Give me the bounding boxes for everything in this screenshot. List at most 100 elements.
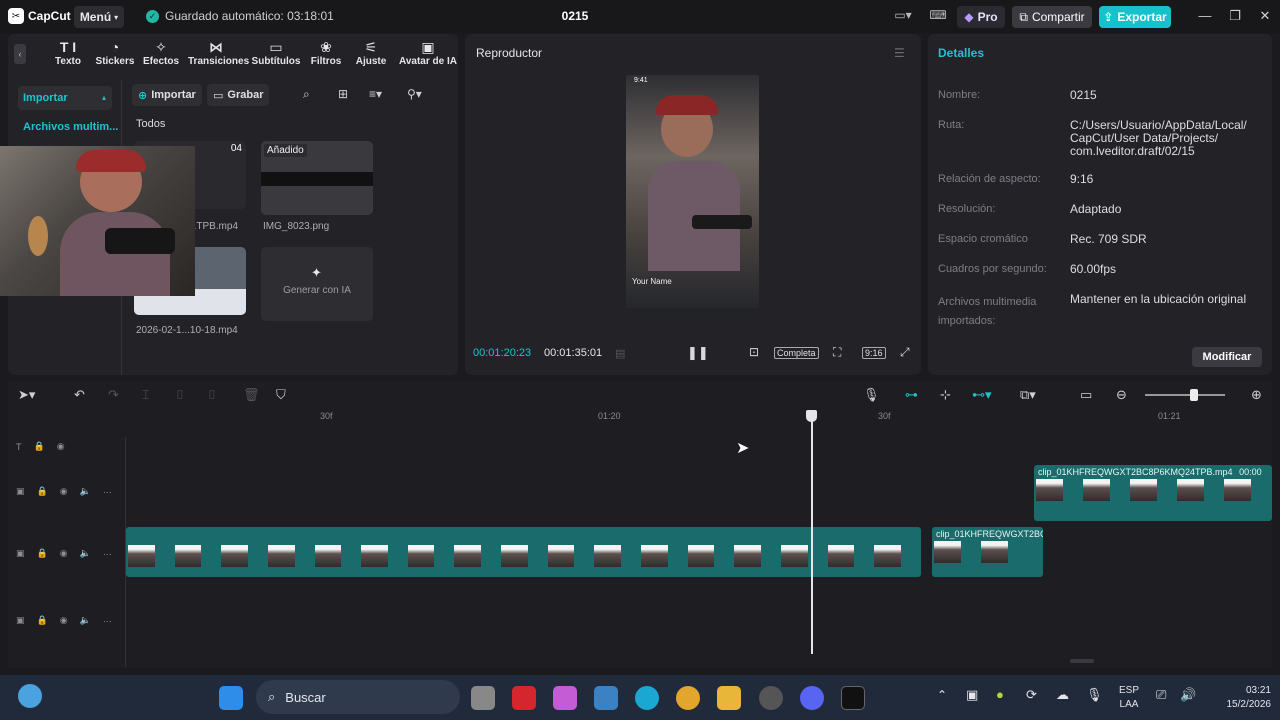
lock-icon[interactable]: 🔒 (37, 486, 48, 497)
zoom-slider[interactable] (1145, 394, 1225, 396)
undo-icon[interactable]: ↶ (74, 387, 85, 403)
camera-settings-icon[interactable]: ⊡ (749, 345, 759, 359)
tray-app-icon[interactable]: ● (996, 687, 1004, 702)
pro-button[interactable]: ◆ Pro (957, 6, 1005, 28)
wps-icon[interactable] (512, 686, 536, 710)
search-icon[interactable]: ⌕ (303, 87, 310, 102)
discord-icon[interactable] (800, 686, 824, 710)
tool-subtitles[interactable]: ▭ Subtítulos (248, 38, 304, 67)
time-ruler[interactable]: 30f 01:20 30f 01:21 (126, 411, 1272, 427)
fit-screen-icon[interactable]: ⛶ (833, 345, 841, 360)
sort-icon[interactable]: ≡▾ (369, 87, 382, 101)
caption-icon[interactable]: ▭ (1080, 387, 1092, 403)
linkage-icon[interactable]: ⊷▾ (972, 387, 992, 403)
menu-button[interactable]: Menú ▾ (74, 6, 124, 28)
close-icon[interactable]: ✕ (1256, 8, 1274, 24)
tool-effects[interactable]: ✧ Efectos (133, 38, 189, 67)
hamburger-menu-icon[interactable]: ☰ (894, 46, 905, 60)
tool-adjust[interactable]: ⚟ Ajuste (343, 38, 399, 67)
redo-icon[interactable]: ↷ (108, 387, 119, 403)
zoom-in-icon[interactable]: ⊕ (1251, 387, 1262, 403)
more-icon[interactable]: ··· (103, 616, 112, 626)
tray-app-icon[interactable]: ▣ (966, 687, 978, 703)
sync-icon[interactable]: ⟳ (1026, 687, 1037, 703)
eye-icon[interactable]: ◉ (60, 615, 68, 626)
lock-icon[interactable]: 🔒 (37, 615, 48, 626)
layout-icon[interactable]: ▭▾ (893, 8, 913, 24)
media-thumb-2[interactable]: Añadido (261, 141, 373, 215)
minimize-icon[interactable]: — (1196, 8, 1214, 24)
filter-all[interactable]: Todos (136, 118, 165, 130)
timeline-clip-upper[interactable]: clip_01KHFREQWGXT2BC8P6KMQ24TPB.mp4 00:0… (1034, 465, 1272, 521)
snap-icon[interactable]: ⊹ (940, 387, 951, 403)
chrome-icon[interactable] (676, 686, 700, 710)
microphone-icon[interactable]: 🎙 (863, 387, 880, 403)
import-button[interactable]: ⊕ Importar (132, 84, 202, 106)
eye-icon[interactable]: ◉ (60, 486, 68, 497)
weather-icon[interactable] (18, 684, 42, 708)
taskbar-search[interactable]: ⌕ Buscar (256, 680, 460, 714)
tool-avatar[interactable]: ▣ Avatar de IA (397, 38, 459, 67)
modify-button[interactable]: Modificar (1192, 347, 1262, 367)
eye-icon[interactable]: ◉ (57, 441, 65, 452)
eye-icon[interactable]: ◉ (60, 548, 68, 559)
shield-icon[interactable]: ⛉ (276, 387, 286, 403)
copilot-icon[interactable] (553, 686, 577, 710)
share-button[interactable]: ⧉ Compartir (1012, 6, 1092, 28)
store-icon[interactable] (594, 686, 618, 710)
more-icon[interactable]: ··· (103, 487, 112, 497)
timeline-clip-right[interactable]: clip_01KHFREQWGXT2BC (932, 527, 1043, 577)
export-button[interactable]: ⇪ Exportar (1099, 6, 1171, 28)
magnet-link-icon[interactable]: ⊶ (905, 387, 918, 403)
scroll-left-icon[interactable]: ‹ (14, 44, 26, 64)
lock-icon[interactable]: 🔒 (34, 441, 45, 452)
language-indicator[interactable]: ESP LAA (1112, 684, 1146, 712)
zoom-slider-handle[interactable] (1190, 389, 1198, 401)
chevron-up-icon[interactable]: ⌃ (937, 688, 947, 702)
detail-label-fps: Cuadros por segundo: (938, 263, 1047, 275)
microphone-icon[interactable]: 🎙 (1086, 687, 1103, 703)
preview-axis-icon[interactable]: ⧉▾ (1020, 387, 1036, 403)
restore-icon[interactable]: ❐ (1226, 8, 1244, 24)
trim-right-icon[interactable]: ⌷ (208, 387, 216, 403)
obs-icon[interactable] (759, 686, 783, 710)
speaker-icon[interactable]: 🔈 (80, 548, 91, 559)
fullscreen-icon[interactable]: ⤢ (900, 345, 910, 360)
generate-ai-card[interactable]: ✦ Generar con IA (261, 247, 373, 321)
more-icon[interactable]: ··· (103, 549, 112, 559)
cloud-icon[interactable]: ☁ (1056, 687, 1069, 703)
capcut-taskbar-icon[interactable] (841, 686, 865, 710)
keyboard-icon[interactable]: ⌨ (928, 8, 948, 24)
speaker-icon[interactable]: 🔈 (80, 486, 91, 497)
timeline-clip-main[interactable] (126, 527, 921, 577)
video-preview[interactable]: 9:41 Your Name (626, 75, 759, 308)
pause-icon[interactable]: ❚❚ (687, 345, 709, 361)
task-view-icon[interactable] (471, 686, 495, 710)
trim-left-icon[interactable]: ⌷ (176, 387, 184, 403)
lock-icon[interactable]: 🔒 (37, 548, 48, 559)
playhead-handle[interactable] (806, 410, 817, 422)
filter-icon[interactable]: ⚲▾ (407, 87, 422, 101)
network-icon[interactable]: ⎚ (1156, 687, 1166, 703)
sidebar-item-media-files[interactable]: Archivos multim... (23, 121, 118, 133)
sidebar-item-import[interactable]: Importar ▴ (18, 86, 112, 110)
ratio-badge[interactable]: 9:16 (862, 345, 886, 359)
delete-icon[interactable]: 🗑 (243, 387, 260, 403)
horizontal-scrollbar[interactable] (1070, 659, 1094, 663)
grid-view-icon[interactable]: ⊞ (338, 87, 348, 101)
diamond-icon: ◆ (964, 10, 974, 24)
speaker-icon[interactable]: 🔈 (80, 615, 91, 626)
volume-icon[interactable]: 🔊 (1180, 687, 1196, 703)
zoom-out-icon[interactable]: ⊖ (1116, 387, 1127, 403)
clock[interactable]: 03:21 15/2/2026 (1205, 684, 1272, 712)
split-icon[interactable]: ⌶ (142, 387, 150, 403)
select-tool-icon[interactable]: ➤▾ (18, 387, 35, 403)
playhead-line[interactable] (811, 410, 813, 654)
folder-icon[interactable] (717, 686, 741, 710)
windows-start-icon[interactable] (219, 686, 243, 710)
record-button[interactable]: ▭ Grabar (207, 84, 270, 106)
tool-transitions[interactable]: ⋈ Transiciones (188, 38, 249, 67)
edge-icon[interactable] (635, 686, 659, 710)
full-quality-badge[interactable]: Completa (774, 345, 819, 359)
clip-label: clip_01KHFREQWGXT2BC8P6KMQ24TPB.mp4 00:0… (1034, 465, 1272, 479)
